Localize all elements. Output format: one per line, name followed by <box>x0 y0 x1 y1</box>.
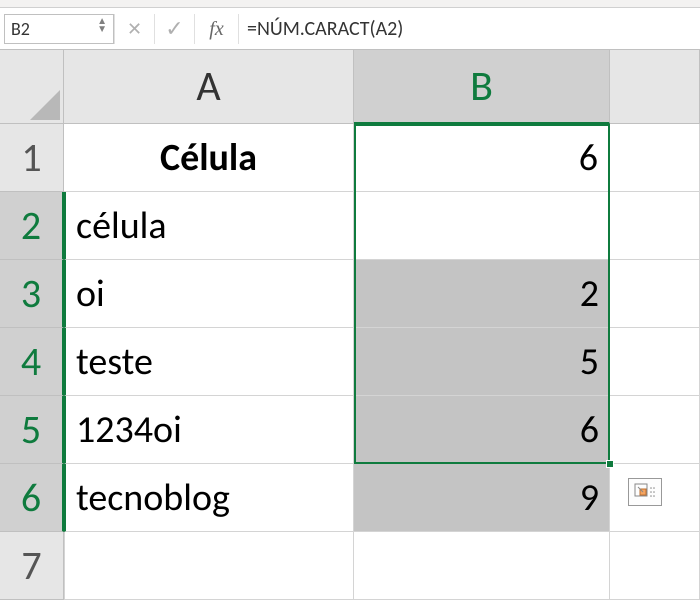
row-header-6[interactable]: 6 <box>0 464 64 532</box>
name-box[interactable]: B2 ▲▼ <box>4 14 114 44</box>
cell-a5[interactable]: 1234oi <box>64 396 354 464</box>
fx-label[interactable]: fx <box>194 14 238 44</box>
cell-b2[interactable] <box>354 192 610 260</box>
row-header-4[interactable]: 4 <box>0 328 64 396</box>
cell-b6[interactable]: 9 <box>354 464 610 532</box>
col-header-b[interactable]: B <box>354 50 610 124</box>
cell-b4[interactable]: 5 <box>354 328 610 396</box>
formula-input[interactable]: =NÚM.CARACT(A2) <box>238 14 696 44</box>
cell-a4[interactable]: teste <box>64 328 354 396</box>
select-all-corner[interactable] <box>0 50 64 124</box>
cell-c2[interactable] <box>610 192 700 260</box>
row-header-1[interactable]: 1 <box>0 124 64 192</box>
cell-c4[interactable] <box>610 328 700 396</box>
cancel-icon[interactable]: ✕ <box>114 14 154 44</box>
name-box-stepper[interactable]: ▲▼ <box>97 21 107 37</box>
cell-a1[interactable]: Célula <box>64 124 354 192</box>
cell-a2[interactable]: célula <box>64 192 354 260</box>
cell-c1[interactable] <box>610 124 700 192</box>
name-box-value: B2 <box>11 18 93 40</box>
col-header-a[interactable]: A <box>64 50 354 124</box>
col-header-c[interactable] <box>610 50 700 124</box>
spreadsheet-grid[interactable]: A B 1 Célula Número 2 célula 3 oi 2 4 te… <box>0 50 700 600</box>
confirm-icon[interactable]: ✓ <box>154 14 194 44</box>
cell-b7[interactable] <box>354 532 610 600</box>
cell-a3[interactable]: oi <box>64 260 354 328</box>
cell-b3[interactable]: 2 <box>354 260 610 328</box>
cell-c7[interactable] <box>610 532 700 600</box>
row-header-5[interactable]: 5 <box>0 396 64 464</box>
ribbon-edge <box>0 0 700 8</box>
cell-b5[interactable]: 6 <box>354 396 610 464</box>
cell-c3[interactable] <box>610 260 700 328</box>
autofill-options-button[interactable] <box>628 478 662 506</box>
cell-c5[interactable] <box>610 396 700 464</box>
cell-b1[interactable]: Número <box>354 124 610 192</box>
cell-a6[interactable]: tecnoblog <box>64 464 354 532</box>
fill-handle[interactable] <box>606 460 614 468</box>
cell-a7[interactable] <box>64 532 354 600</box>
row-header-3[interactable]: 3 <box>0 260 64 328</box>
row-header-7[interactable]: 7 <box>0 532 64 600</box>
formula-bar: B2 ▲▼ ✕ ✓ fx =NÚM.CARACT(A2) <box>0 8 700 50</box>
row-header-2[interactable]: 2 <box>0 192 64 260</box>
